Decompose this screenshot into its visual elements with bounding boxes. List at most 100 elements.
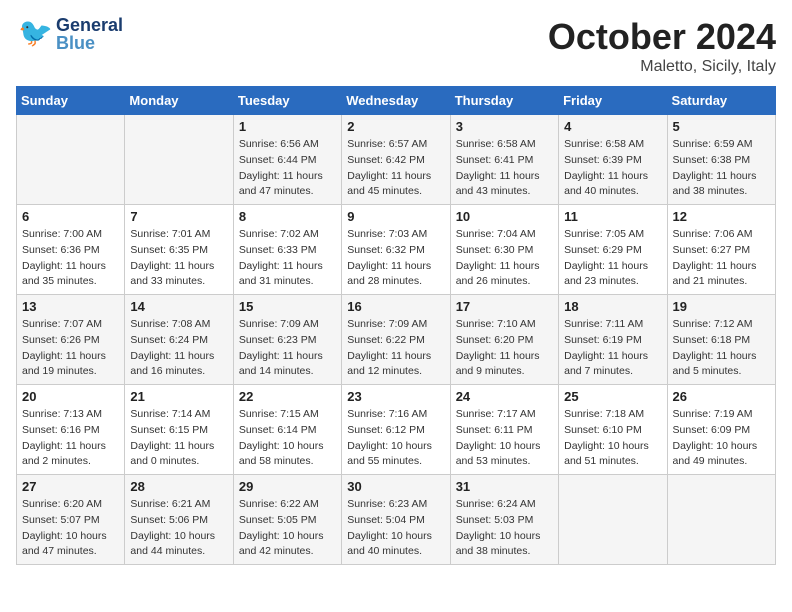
calendar-cell: [559, 475, 667, 565]
day-number: 9: [347, 209, 444, 224]
calendar-week-row: 1Sunrise: 6:56 AM Sunset: 6:44 PM Daylig…: [17, 115, 776, 205]
day-info: Sunrise: 6:57 AM Sunset: 6:42 PM Dayligh…: [347, 137, 444, 200]
calendar-cell: 8 Sunrise: 7:02 AM Sunset: 6:33 PM Daylig…: [233, 205, 341, 295]
calendar-cell: 21 Sunrise: 7:14 AM Sunset: 6:15 PM Dayli…: [125, 385, 233, 475]
calendar-cell: 26 Sunrise: 7:19 AM Sunset: 6:09 PM Dayli…: [667, 385, 775, 475]
logo-general-text: General: [56, 16, 123, 34]
calendar-cell: 27 Sunrise: 6:20 AM Sunset: 5:07 PM Dayli…: [17, 475, 125, 565]
calendar-body: 1Sunrise: 6:56 AM Sunset: 6:44 PM Daylig…: [17, 115, 776, 565]
header-row: Sunday Monday Tuesday Wednesday Thursday…: [17, 87, 776, 115]
calendar-cell: [17, 115, 125, 205]
day-info: Sunrise: 6:24 AM Sunset: 5:03 PM Dayligh…: [456, 497, 553, 560]
calendar-week-row: 27 Sunrise: 6:20 AM Sunset: 5:07 PM Dayli…: [17, 475, 776, 565]
day-number: 3: [456, 119, 553, 134]
day-number: 16: [347, 299, 444, 314]
day-number: 12: [673, 209, 770, 224]
day-info: Sunrise: 7:04 AM Sunset: 6:30 PM Dayligh…: [456, 227, 553, 290]
location-text: Maletto, Sicily, Italy: [548, 58, 776, 76]
calendar-cell: 17 Sunrise: 7:10 AM Sunset: 6:20 PM Dayli…: [450, 295, 558, 385]
calendar-cell: 9 Sunrise: 7:03 AM Sunset: 6:32 PM Daylig…: [342, 205, 450, 295]
calendar-cell: 22 Sunrise: 7:15 AM Sunset: 6:14 PM Dayli…: [233, 385, 341, 475]
calendar-cell: 31 Sunrise: 6:24 AM Sunset: 5:03 PM Dayli…: [450, 475, 558, 565]
calendar-week-row: 6 Sunrise: 7:00 AM Sunset: 6:36 PM Daylig…: [17, 205, 776, 295]
day-number: 17: [456, 299, 553, 314]
day-info: Sunrise: 6:21 AM Sunset: 5:06 PM Dayligh…: [130, 497, 227, 560]
day-info: Sunrise: 6:22 AM Sunset: 5:05 PM Dayligh…: [239, 497, 336, 560]
calendar-cell: 10 Sunrise: 7:04 AM Sunset: 6:30 PM Dayli…: [450, 205, 558, 295]
day-number: 11: [564, 209, 661, 224]
calendar-cell: 6 Sunrise: 7:00 AM Sunset: 6:36 PM Daylig…: [17, 205, 125, 295]
day-info: Sunrise: 7:10 AM Sunset: 6:20 PM Dayligh…: [456, 317, 553, 380]
calendar-cell: 29 Sunrise: 6:22 AM Sunset: 5:05 PM Dayli…: [233, 475, 341, 565]
day-info: Sunrise: 7:15 AM Sunset: 6:14 PM Dayligh…: [239, 407, 336, 470]
day-number: 20: [22, 389, 119, 404]
day-number: 28: [130, 479, 227, 494]
calendar-cell: 12 Sunrise: 7:06 AM Sunset: 6:27 PM Dayli…: [667, 205, 775, 295]
day-number: 13: [22, 299, 119, 314]
day-number: 8: [239, 209, 336, 224]
logo: 🐦 General Blue: [16, 16, 123, 52]
calendar-cell: 20 Sunrise: 7:13 AM Sunset: 6:16 PM Dayli…: [17, 385, 125, 475]
day-info: Sunrise: 7:05 AM Sunset: 6:29 PM Dayligh…: [564, 227, 661, 290]
day-info: Sunrise: 7:03 AM Sunset: 6:32 PM Dayligh…: [347, 227, 444, 290]
calendar-cell: 1Sunrise: 6:56 AM Sunset: 6:44 PM Daylig…: [233, 115, 341, 205]
day-info: Sunrise: 6:59 AM Sunset: 6:38 PM Dayligh…: [673, 137, 770, 200]
day-number: 1: [239, 119, 336, 134]
day-number: 6: [22, 209, 119, 224]
day-info: Sunrise: 7:00 AM Sunset: 6:36 PM Dayligh…: [22, 227, 119, 290]
day-number: 5: [673, 119, 770, 134]
col-friday: Friday: [559, 87, 667, 115]
day-info: Sunrise: 7:14 AM Sunset: 6:15 PM Dayligh…: [130, 407, 227, 470]
day-info: Sunrise: 6:58 AM Sunset: 6:41 PM Dayligh…: [456, 137, 553, 200]
calendar-cell: 5 Sunrise: 6:59 AM Sunset: 6:38 PM Daylig…: [667, 115, 775, 205]
col-sunday: Sunday: [17, 87, 125, 115]
logo-blue-text: Blue: [56, 34, 123, 52]
calendar-cell: 24Sunrise: 7:17 AM Sunset: 6:11 PM Dayli…: [450, 385, 558, 475]
day-info: Sunrise: 7:02 AM Sunset: 6:33 PM Dayligh…: [239, 227, 336, 290]
day-info: Sunrise: 7:08 AM Sunset: 6:24 PM Dayligh…: [130, 317, 227, 380]
calendar-cell: 15Sunrise: 7:09 AM Sunset: 6:23 PM Dayli…: [233, 295, 341, 385]
day-info: Sunrise: 7:17 AM Sunset: 6:11 PM Dayligh…: [456, 407, 553, 470]
day-number: 22: [239, 389, 336, 404]
calendar-cell: 28 Sunrise: 6:21 AM Sunset: 5:06 PM Dayli…: [125, 475, 233, 565]
day-number: 25: [564, 389, 661, 404]
day-number: 29: [239, 479, 336, 494]
day-number: 21: [130, 389, 227, 404]
day-info: Sunrise: 7:06 AM Sunset: 6:27 PM Dayligh…: [673, 227, 770, 290]
calendar-cell: 25Sunrise: 7:18 AM Sunset: 6:10 PM Dayli…: [559, 385, 667, 475]
calendar-cell: 7 Sunrise: 7:01 AM Sunset: 6:35 PM Daylig…: [125, 205, 233, 295]
calendar-cell: 19Sunrise: 7:12 AM Sunset: 6:18 PM Dayli…: [667, 295, 775, 385]
calendar-cell: 16 Sunrise: 7:09 AM Sunset: 6:22 PM Dayli…: [342, 295, 450, 385]
logo-name: General Blue: [56, 16, 123, 52]
day-info: Sunrise: 7:19 AM Sunset: 6:09 PM Dayligh…: [673, 407, 770, 470]
calendar-table: Sunday Monday Tuesday Wednesday Thursday…: [16, 86, 776, 565]
day-number: 30: [347, 479, 444, 494]
day-number: 10: [456, 209, 553, 224]
calendar-header: Sunday Monday Tuesday Wednesday Thursday…: [17, 87, 776, 115]
calendar-cell: 4Sunrise: 6:58 AM Sunset: 6:39 PM Daylig…: [559, 115, 667, 205]
day-info: Sunrise: 7:09 AM Sunset: 6:22 PM Dayligh…: [347, 317, 444, 380]
col-tuesday: Tuesday: [233, 87, 341, 115]
calendar-week-row: 13Sunrise: 7:07 AM Sunset: 6:26 PM Dayli…: [17, 295, 776, 385]
calendar-cell: 18Sunrise: 7:11 AM Sunset: 6:19 PM Dayli…: [559, 295, 667, 385]
page-header: 🐦 General Blue October 2024 Maletto, Sic…: [16, 16, 776, 76]
day-info: Sunrise: 7:13 AM Sunset: 6:16 PM Dayligh…: [22, 407, 119, 470]
calendar-cell: 30 Sunrise: 6:23 AM Sunset: 5:04 PM Dayli…: [342, 475, 450, 565]
col-saturday: Saturday: [667, 87, 775, 115]
day-number: 26: [673, 389, 770, 404]
day-number: 14: [130, 299, 227, 314]
day-info: Sunrise: 6:23 AM Sunset: 5:04 PM Dayligh…: [347, 497, 444, 560]
day-info: Sunrise: 7:01 AM Sunset: 6:35 PM Dayligh…: [130, 227, 227, 290]
logo-icon: 🐦: [16, 16, 52, 52]
svg-text:🐦: 🐦: [18, 17, 52, 48]
col-wednesday: Wednesday: [342, 87, 450, 115]
calendar-cell: 11 Sunrise: 7:05 AM Sunset: 6:29 PM Dayli…: [559, 205, 667, 295]
day-info: Sunrise: 6:20 AM Sunset: 5:07 PM Dayligh…: [22, 497, 119, 560]
day-number: 4: [564, 119, 661, 134]
day-info: Sunrise: 7:12 AM Sunset: 6:18 PM Dayligh…: [673, 317, 770, 380]
day-info: Sunrise: 7:16 AM Sunset: 6:12 PM Dayligh…: [347, 407, 444, 470]
day-number: 18: [564, 299, 661, 314]
day-number: 31: [456, 479, 553, 494]
day-number: 7: [130, 209, 227, 224]
day-number: 27: [22, 479, 119, 494]
